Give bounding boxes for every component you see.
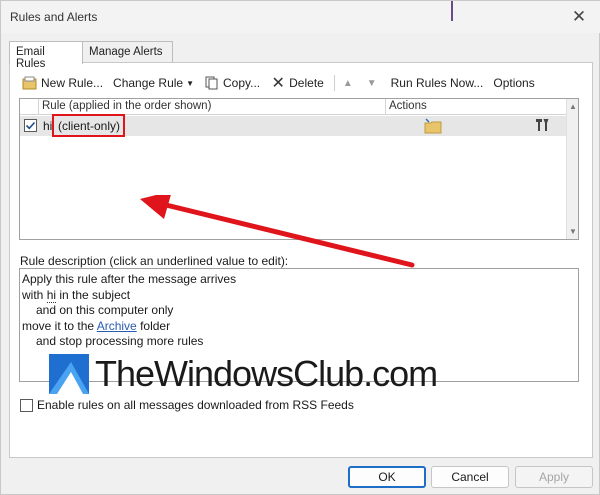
rss-checkbox[interactable] [20, 398, 33, 412]
description-line: Apply this rule after the message arrive… [22, 272, 237, 286]
copy-button[interactable]: Copy... [204, 73, 260, 93]
description-text: folder [136, 318, 171, 333]
rss-option[interactable]: Enable rules on all messages downloaded … [20, 398, 354, 412]
close-button[interactable]: ✕ [565, 4, 593, 30]
new-rule-label: New Rule... [41, 76, 104, 90]
column-header-rule[interactable]: Rule (applied in the order shown) [42, 100, 211, 112]
window-title: Rules and Alerts [10, 10, 98, 24]
annotation-highlight-box [52, 114, 125, 137]
close-icon: ✕ [571, 7, 587, 26]
tab-manage-alerts[interactable]: Manage Alerts [83, 41, 173, 63]
apply-label: Apply [538, 470, 570, 484]
rules-toolbar: New Rule... Change Rule ▼ Copy... ✕ Dele… [22, 73, 545, 93]
move-down-icon[interactable]: ▼ [367, 78, 377, 89]
ok-button[interactable]: OK [348, 466, 426, 488]
tools-icon [536, 118, 550, 135]
copy-icon [204, 75, 220, 91]
column-divider [385, 99, 386, 115]
watermark: TheWindowsClub.com [49, 353, 438, 395]
column-header-actions[interactable]: Actions [389, 100, 427, 112]
rules-and-alerts-dialog: Rules and Alerts ✕ Email Rules Manage Al… [0, 0, 600, 495]
archive-folder-link[interactable]: Archive [97, 319, 137, 333]
scroll-down-icon[interactable]: ▼ [569, 227, 577, 236]
description-line: with hi in the subject [22, 287, 578, 304]
run-rules-now-button[interactable]: Run Rules Now... [391, 73, 484, 93]
rss-label: Enable rules on all messages downloaded … [37, 398, 354, 412]
watermark-logo-icon [49, 354, 89, 394]
rule-row[interactable]: hi (client-only) [20, 114, 568, 137]
rule-name: hi [43, 119, 53, 133]
new-rule-icon [22, 75, 38, 91]
description-text: move it to the [22, 318, 97, 333]
description-text: in the subject [56, 287, 131, 302]
subject-keyword-value[interactable]: hi [46, 287, 57, 303]
delete-icon: ✕ [271, 75, 285, 92]
description-text: with [22, 287, 47, 302]
change-rule-button[interactable]: Change Rule ▼ [113, 73, 194, 93]
ok-label: OK [378, 470, 396, 484]
copy-label: Copy... [223, 76, 261, 90]
rule-enabled-checkbox[interactable] [24, 119, 37, 132]
new-rule-button[interactable]: New Rule... [22, 73, 103, 93]
options-button[interactable]: Options [493, 73, 534, 93]
checkmark-icon [25, 121, 36, 130]
tab-label: Manage Alerts [89, 46, 163, 58]
watermark-text: TheWindowsClub.com [95, 353, 438, 394]
run-rules-now-label: Run Rules Now... [390, 76, 484, 90]
apply-button[interactable]: Apply [515, 466, 593, 488]
delete-label: Delete [289, 76, 324, 90]
dropdown-arrow-icon: ▼ [186, 78, 195, 88]
toolbar-separator [333, 75, 335, 91]
scroll-up-icon[interactable]: ▲ [569, 102, 577, 111]
rule-description-label: Rule description (click an underlined va… [20, 254, 289, 268]
background-divider [451, 1, 453, 21]
titlebar: Rules and Alerts ✕ [1, 1, 600, 33]
column-divider [38, 99, 39, 115]
description-line: move it to the Archive folder [22, 319, 578, 335]
rules-list-header: Rule (applied in the order shown) Action… [20, 99, 568, 115]
rules-list-scrollbar[interactable]: ▲ ▼ [566, 99, 578, 239]
cancel-button[interactable]: Cancel [431, 466, 509, 488]
options-label: Options [493, 76, 535, 90]
email-rules-panel: New Rule... Change Rule ▼ Copy... ✕ Dele… [9, 62, 593, 458]
move-to-folder-icon [424, 118, 442, 137]
tab-label: Email Rules [16, 46, 46, 70]
move-up-icon[interactable]: ▲ [343, 78, 353, 89]
cancel-label: Cancel [451, 470, 489, 484]
delete-button[interactable]: ✕ Delete [270, 73, 324, 93]
description-line: and on this computer only [36, 303, 174, 317]
description-line: and stop processing more rules [36, 334, 204, 348]
tab-email-rules[interactable]: Email Rules [9, 41, 83, 70]
change-rule-label: Change Rule [113, 76, 184, 90]
